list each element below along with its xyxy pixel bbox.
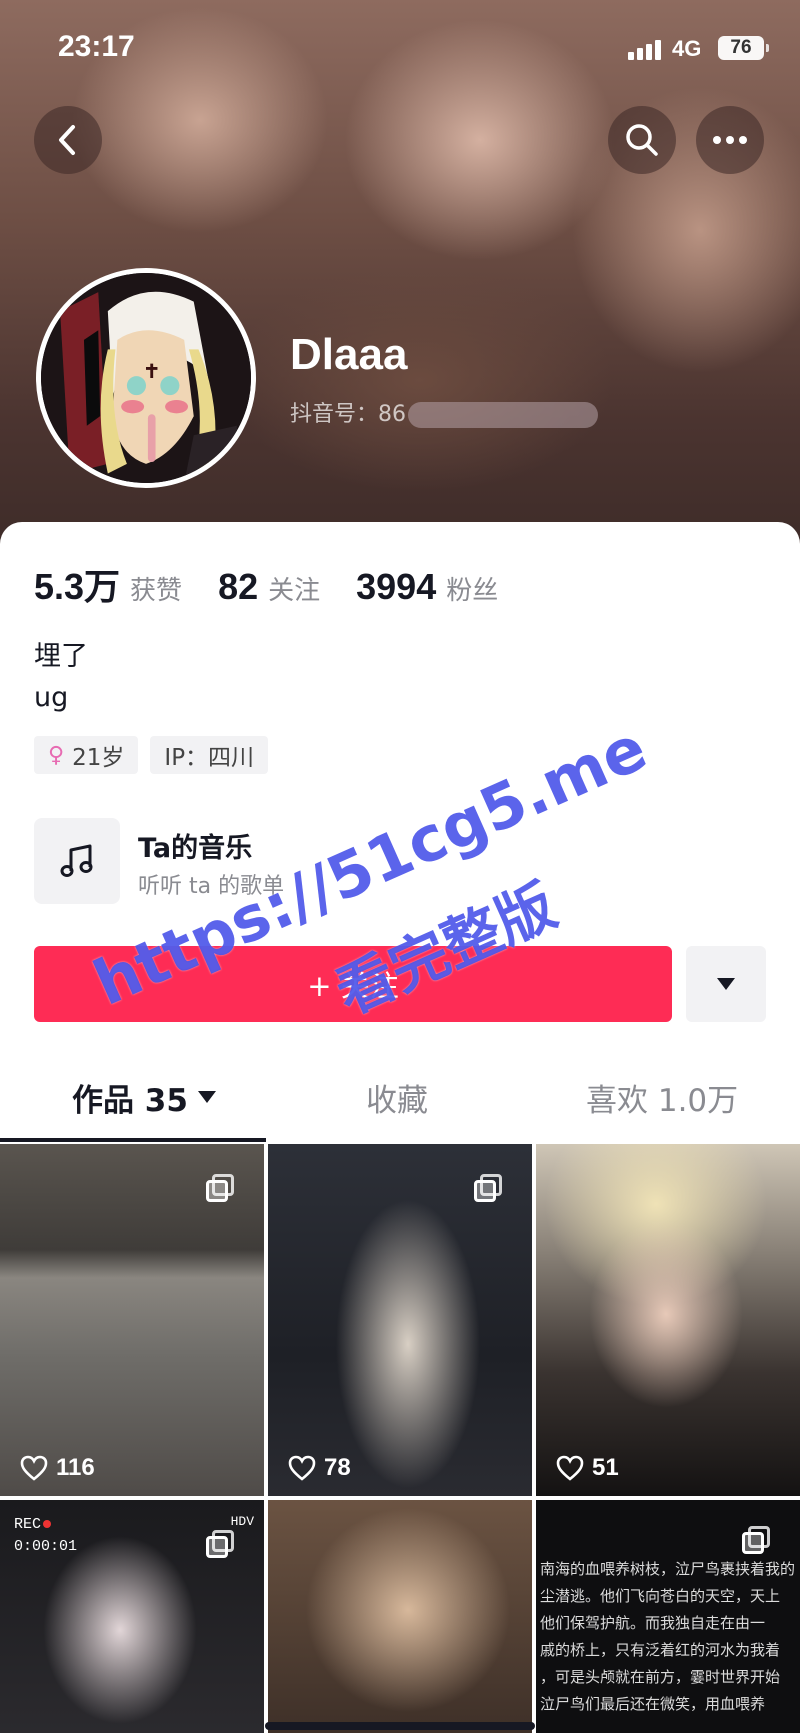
ip-tag: IP：四川 xyxy=(150,736,269,774)
tab-works[interactable]: 作品 35 xyxy=(72,1062,216,1132)
music-subtitle: 听听 ta 的歌单 xyxy=(138,874,285,899)
stat-value: 82 xyxy=(218,566,259,607)
video-thumbnail[interactable]: 78 xyxy=(268,1144,532,1496)
text-line: 他们保驾护航。而我独自走在由一 xyxy=(540,1614,766,1632)
video-thumbnail[interactable]: 116 xyxy=(0,1144,264,1496)
rec-label: REC xyxy=(14,1516,42,1533)
rec-overlay: REC 0:00:01 xyxy=(14,1514,77,1558)
back-button[interactable] xyxy=(34,106,102,174)
stat-label: 粉丝 xyxy=(446,576,499,606)
heart-icon xyxy=(288,1455,316,1481)
avatar-illustration xyxy=(41,273,251,483)
status-time: 23:17 xyxy=(58,30,135,63)
like-count: 116 xyxy=(20,1454,95,1482)
more-button[interactable] xyxy=(696,106,764,174)
music-entry[interactable]: Ta的音乐 听听 ta 的歌单 xyxy=(34,818,434,904)
text-line: 戚的桥上，只有泛着红的河水为我着 xyxy=(540,1641,781,1659)
bio-line-1: 埋了 xyxy=(34,641,88,672)
age-tag: ♀ 21岁 xyxy=(34,736,139,774)
text-line: 南海的血喂养树枝，泣尸鸟裹挟着我的 xyxy=(540,1560,796,1578)
stat-followers[interactable]: 3994 粉丝 xyxy=(356,566,498,608)
age-label: 21岁 xyxy=(72,745,125,771)
tab-likes[interactable]: 喜欢 1.0万 xyxy=(586,1062,738,1132)
like-count-value: 51 xyxy=(592,1454,619,1481)
bio-line-2: ug xyxy=(34,682,69,713)
like-count-value: 78 xyxy=(324,1454,351,1481)
follow-button[interactable]: + 关注 xyxy=(34,946,672,1022)
stat-value: 5.3万 xyxy=(34,566,121,607)
like-count: 51 xyxy=(556,1454,619,1482)
rec-time: 0:00:01 xyxy=(14,1538,78,1555)
heart-icon xyxy=(556,1455,584,1481)
more-dots-icon xyxy=(713,136,747,144)
heart-icon xyxy=(20,1455,48,1481)
video-thumbnail[interactable]: 南海的血喂养树枝，泣尸鸟裹挟着我的 尘潜逃。他们飞向苍白的天空，天上 他们保驾护… xyxy=(536,1500,800,1733)
text-line: 尘潜逃。他们飞向苍白的天空，天上 xyxy=(540,1587,781,1605)
avatar[interactable] xyxy=(36,268,256,488)
signal-icon xyxy=(628,38,664,60)
profile-tags: ♀ 21岁 IP：四川 xyxy=(34,736,280,774)
douyin-id-blur xyxy=(408,402,598,428)
hdv-label: HDV xyxy=(230,1514,254,1529)
search-icon xyxy=(626,124,658,156)
text-line: 泣尸鸟们最后还在微笑，用血喂养 xyxy=(540,1695,766,1713)
thumbnail-text: 南海的血喂养树枝，泣尸鸟裹挟着我的 尘潜逃。他们飞向苍白的天空，天上 他们保驾护… xyxy=(540,1556,798,1718)
stat-following[interactable]: 82 关注 xyxy=(218,566,320,608)
profile-stats: 5.3万 获赞 82 关注 3994 粉丝 xyxy=(34,558,534,610)
active-tab-indicator xyxy=(0,1138,266,1142)
music-note-icon xyxy=(34,818,120,904)
multi-image-icon xyxy=(206,1530,236,1558)
video-thumbnail[interactable] xyxy=(268,1500,532,1733)
video-grid: 116 78 51 REC 0:00:01 HDV 南海的血喂养树枝，泣尸鸟裹挟… xyxy=(0,1144,800,1733)
douyin-id-label: 抖音号：86 xyxy=(290,402,406,427)
stat-likes[interactable]: 5.3万 获赞 xyxy=(34,558,182,610)
video-thumbnail[interactable]: 51 xyxy=(536,1144,800,1496)
stat-value: 3994 xyxy=(356,566,437,607)
like-count-value: 116 xyxy=(56,1454,95,1481)
caret-down-icon xyxy=(717,978,735,990)
ip-label: IP：四川 xyxy=(164,745,255,771)
network-type: 4G xyxy=(672,36,702,61)
douyin-id[interactable]: 抖音号：86 xyxy=(290,396,598,428)
follow-dropdown-button[interactable] xyxy=(686,946,766,1022)
video-thumbnail[interactable]: REC 0:00:01 HDV xyxy=(0,1500,264,1733)
multi-image-icon xyxy=(474,1174,504,1202)
caret-down-icon xyxy=(197,1091,216,1103)
tab-works-label: 作品 35 xyxy=(72,1082,188,1119)
battery-level: 76 xyxy=(730,37,752,58)
female-gender-icon: ♀ xyxy=(48,742,65,768)
stat-label: 获赞 xyxy=(130,576,183,606)
battery-icon: 76 xyxy=(718,36,769,60)
search-button[interactable] xyxy=(608,106,676,174)
like-count: 78 xyxy=(288,1454,351,1482)
rec-dot-icon xyxy=(43,1520,52,1529)
tab-collections[interactable]: 收藏 xyxy=(366,1062,428,1132)
chevron-left-icon xyxy=(59,125,75,155)
stat-label: 关注 xyxy=(268,576,321,606)
profile-tabs: 作品 35 收藏 喜欢 1.0万 xyxy=(0,1062,800,1142)
username: Dlaaa xyxy=(290,330,408,379)
home-indicator xyxy=(265,1722,535,1730)
multi-image-icon xyxy=(206,1174,236,1202)
text-line: ，可是头颅就在前方，霎时世界开始 xyxy=(540,1668,781,1686)
multi-image-icon xyxy=(742,1526,772,1554)
music-title: Ta的音乐 xyxy=(138,833,253,864)
status-bar: 23:17 4G 76 xyxy=(0,0,800,100)
